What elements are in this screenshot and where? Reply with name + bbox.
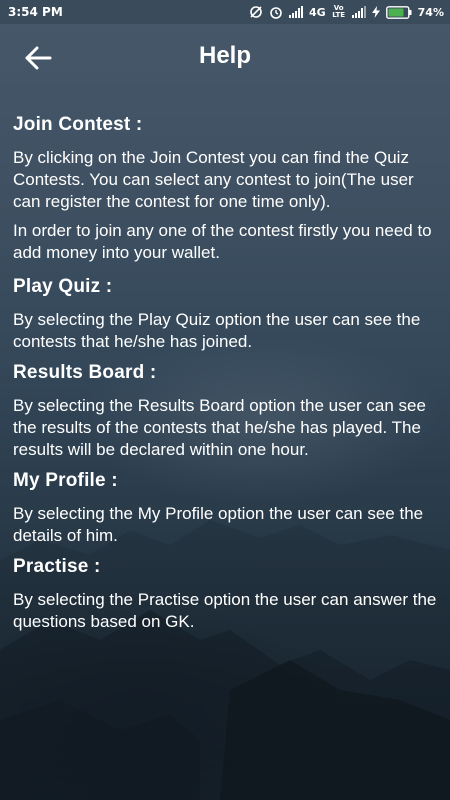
page-title: Help [198, 42, 251, 69]
network-type: 4G [308, 5, 326, 19]
status-bar: 3:54 PM 4G Vo LTE 74% [0, 0, 450, 24]
section-heading: Results Board : [13, 362, 157, 383]
charging-icon [371, 6, 380, 18]
volte-icon: Vo LTE [332, 4, 346, 19]
status-icons: 4G Vo LTE 74% [249, 4, 444, 20]
section-paragraph: By clicking on the Join Contest you can … [13, 148, 414, 211]
section-practise: Practise : By selecting the Practise opt… [13, 554, 438, 633]
status-time: 3:54 PM [8, 5, 63, 19]
section-paragraph: By selecting the Practise option the use… [13, 590, 437, 631]
battery-icon [385, 5, 412, 19]
help-content: Join Contest : By clicking on the Join C… [13, 112, 438, 640]
signal-icon [351, 6, 366, 18]
app-bar: Help [0, 24, 450, 90]
signal-icon [288, 6, 303, 18]
section-results-board: Results Board : By selecting the Results… [13, 360, 438, 461]
section-paragraph: By selecting the Results Board option th… [13, 396, 426, 459]
battery-percent: 74% [417, 5, 444, 19]
alarm-icon [269, 5, 283, 19]
section-paragraph: By selecting the My Profile option the u… [13, 504, 424, 545]
section-heading: Play Quiz : [13, 276, 113, 297]
section-join-contest: Join Contest : By clicking on the Join C… [13, 112, 438, 264]
section-heading: Practise : [13, 556, 101, 577]
section-heading: My Profile : [13, 470, 118, 491]
section-paragraph: In order to join any one of the contest … [13, 221, 432, 262]
section-my-profile: My Profile : By selecting the My Profile… [13, 468, 438, 547]
section-heading: Join Contest : [13, 114, 143, 135]
section-play-quiz: Play Quiz : By selecting the Play Quiz o… [13, 274, 438, 353]
sync-off-icon [249, 5, 263, 19]
section-paragraph: By selecting the Play Quiz option the us… [13, 310, 421, 351]
